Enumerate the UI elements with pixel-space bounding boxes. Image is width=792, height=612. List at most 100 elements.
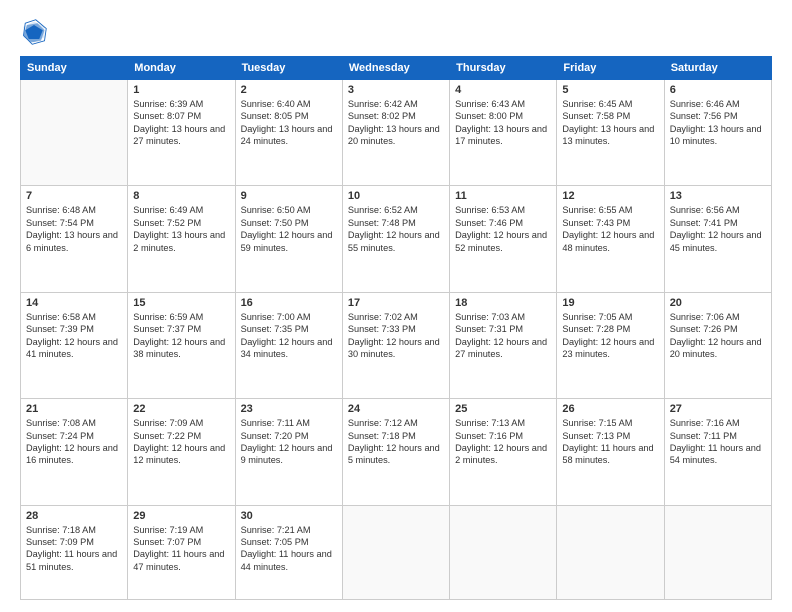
calendar-cell: 30 Sunrise: 7:21 AMSunset: 7:05 PMDayligh… — [235, 505, 342, 599]
logo — [20, 18, 52, 46]
weekday-header-monday: Monday — [128, 57, 235, 80]
day-number: 3 — [348, 84, 444, 96]
calendar-cell: 3 Sunrise: 6:42 AMSunset: 8:02 PMDaylight… — [342, 80, 449, 186]
day-info: Sunrise: 6:50 AMSunset: 7:50 PMDaylight:… — [241, 204, 337, 254]
day-info: Sunrise: 7:13 AMSunset: 7:16 PMDaylight:… — [455, 417, 551, 467]
day-info: Sunrise: 7:08 AMSunset: 7:24 PMDaylight:… — [26, 417, 122, 467]
day-info: Sunrise: 6:59 AMSunset: 7:37 PMDaylight:… — [133, 311, 229, 361]
day-number: 22 — [133, 403, 229, 415]
day-number: 7 — [26, 190, 122, 202]
calendar-cell: 5 Sunrise: 6:45 AMSunset: 7:58 PMDaylight… — [557, 80, 664, 186]
day-info: Sunrise: 6:49 AMSunset: 7:52 PMDaylight:… — [133, 204, 229, 254]
calendar-cell: 21 Sunrise: 7:08 AMSunset: 7:24 PMDayligh… — [21, 399, 128, 505]
day-number: 4 — [455, 84, 551, 96]
day-info: Sunrise: 7:16 AMSunset: 7:11 PMDaylight:… — [670, 417, 766, 467]
day-number: 10 — [348, 190, 444, 202]
day-info: Sunrise: 7:03 AMSunset: 7:31 PMDaylight:… — [455, 311, 551, 361]
day-info: Sunrise: 6:45 AMSunset: 7:58 PMDaylight:… — [562, 98, 658, 148]
day-info: Sunrise: 6:55 AMSunset: 7:43 PMDaylight:… — [562, 204, 658, 254]
calendar-cell: 6Sunrise: 6:46 AMSunset: 7:56 PMDaylight… — [664, 80, 771, 186]
day-number: 30 — [241, 510, 337, 522]
day-number: 11 — [455, 190, 551, 202]
day-number: 25 — [455, 403, 551, 415]
day-number: 18 — [455, 297, 551, 309]
day-number: 24 — [348, 403, 444, 415]
calendar-cell: 18 Sunrise: 7:03 AMSunset: 7:31 PMDayligh… — [450, 292, 557, 398]
calendar-week-row: 14 Sunrise: 6:58 AMSunset: 7:39 PMDayligh… — [21, 292, 772, 398]
calendar-cell: 14 Sunrise: 6:58 AMSunset: 7:39 PMDayligh… — [21, 292, 128, 398]
calendar-cell: 22 Sunrise: 7:09 AMSunset: 7:22 PMDayligh… — [128, 399, 235, 505]
weekday-header-row: SundayMondayTuesdayWednesdayThursdayFrid… — [21, 57, 772, 80]
day-info: Sunrise: 6:40 AMSunset: 8:05 PMDaylight:… — [241, 98, 337, 148]
weekday-header-wednesday: Wednesday — [342, 57, 449, 80]
day-number: 20 — [670, 297, 766, 309]
day-info: Sunrise: 6:39 AMSunset: 8:07 PMDaylight:… — [133, 98, 229, 148]
calendar-cell: 19 Sunrise: 7:05 AMSunset: 7:28 PMDayligh… — [557, 292, 664, 398]
calendar-week-row: 7 Sunrise: 6:48 AMSunset: 7:54 PMDaylight… — [21, 186, 772, 292]
generalblue-logo-icon — [20, 18, 48, 46]
day-number: 15 — [133, 297, 229, 309]
calendar-cell: 4 Sunrise: 6:43 AMSunset: 8:00 PMDaylight… — [450, 80, 557, 186]
weekday-header-friday: Friday — [557, 57, 664, 80]
day-number: 8 — [133, 190, 229, 202]
day-info: Sunrise: 7:05 AMSunset: 7:28 PMDaylight:… — [562, 311, 658, 361]
calendar-cell: 24 Sunrise: 7:12 AMSunset: 7:18 PMDayligh… — [342, 399, 449, 505]
day-number: 5 — [562, 84, 658, 96]
weekday-header-tuesday: Tuesday — [235, 57, 342, 80]
day-number: 2 — [241, 84, 337, 96]
calendar-cell — [21, 80, 128, 186]
day-info: Sunrise: 7:09 AMSunset: 7:22 PMDaylight:… — [133, 417, 229, 467]
day-info: Sunrise: 7:06 AMSunset: 7:26 PMDaylight:… — [670, 311, 766, 361]
calendar-cell: 20 Sunrise: 7:06 AMSunset: 7:26 PMDayligh… — [664, 292, 771, 398]
calendar-cell: 13 Sunrise: 6:56 AMSunset: 7:41 PMDayligh… — [664, 186, 771, 292]
calendar-cell: 27 Sunrise: 7:16 AMSunset: 7:11 PMDayligh… — [664, 399, 771, 505]
page-header — [20, 18, 772, 46]
calendar-cell: 8 Sunrise: 6:49 AMSunset: 7:52 PMDaylight… — [128, 186, 235, 292]
calendar-cell: 12 Sunrise: 6:55 AMSunset: 7:43 PMDayligh… — [557, 186, 664, 292]
day-info: Sunrise: 6:53 AMSunset: 7:46 PMDaylight:… — [455, 204, 551, 254]
day-number: 28 — [26, 510, 122, 522]
calendar-cell: 1 Sunrise: 6:39 AMSunset: 8:07 PMDaylight… — [128, 80, 235, 186]
day-info: Sunrise: 7:12 AMSunset: 7:18 PMDaylight:… — [348, 417, 444, 467]
day-info: Sunrise: 7:21 AMSunset: 7:05 PMDaylight:… — [241, 524, 337, 574]
day-info: Sunrise: 7:18 AMSunset: 7:09 PMDaylight:… — [26, 524, 122, 574]
calendar-week-row: 28 Sunrise: 7:18 AMSunset: 7:09 PMDayligh… — [21, 505, 772, 599]
day-info: Sunrise: 6:52 AMSunset: 7:48 PMDaylight:… — [348, 204, 444, 254]
calendar-table: SundayMondayTuesdayWednesdayThursdayFrid… — [20, 56, 772, 600]
calendar-cell: 11 Sunrise: 6:53 AMSunset: 7:46 PMDayligh… — [450, 186, 557, 292]
calendar-cell: 15 Sunrise: 6:59 AMSunset: 7:37 PMDayligh… — [128, 292, 235, 398]
day-number: 19 — [562, 297, 658, 309]
day-info: Sunrise: 7:19 AMSunset: 7:07 PMDaylight:… — [133, 524, 229, 574]
day-number: 26 — [562, 403, 658, 415]
calendar-cell — [342, 505, 449, 599]
calendar-week-row: 21 Sunrise: 7:08 AMSunset: 7:24 PMDayligh… — [21, 399, 772, 505]
weekday-header-saturday: Saturday — [664, 57, 771, 80]
day-info: Sunrise: 6:42 AMSunset: 8:02 PMDaylight:… — [348, 98, 444, 148]
day-info: Sunrise: 6:43 AMSunset: 8:00 PMDaylight:… — [455, 98, 551, 148]
weekday-header-thursday: Thursday — [450, 57, 557, 80]
calendar-cell — [664, 505, 771, 599]
day-info: Sunrise: 6:48 AMSunset: 7:54 PMDaylight:… — [26, 204, 122, 254]
calendar-cell: 9 Sunrise: 6:50 AMSunset: 7:50 PMDaylight… — [235, 186, 342, 292]
day-info: Sunrise: 6:46 AMSunset: 7:56 PMDaylight:… — [670, 98, 766, 148]
calendar-cell: 16Sunrise: 7:00 AMSunset: 7:35 PMDayligh… — [235, 292, 342, 398]
day-number: 27 — [670, 403, 766, 415]
day-number: 9 — [241, 190, 337, 202]
day-info: Sunrise: 6:56 AMSunset: 7:41 PMDaylight:… — [670, 204, 766, 254]
calendar-cell: 29Sunrise: 7:19 AMSunset: 7:07 PMDayligh… — [128, 505, 235, 599]
day-number: 21 — [26, 403, 122, 415]
day-info: Sunrise: 7:15 AMSunset: 7:13 PMDaylight:… — [562, 417, 658, 467]
day-info: Sunrise: 6:58 AMSunset: 7:39 PMDaylight:… — [26, 311, 122, 361]
day-number: 1 — [133, 84, 229, 96]
calendar-cell: 10 Sunrise: 6:52 AMSunset: 7:48 PMDayligh… — [342, 186, 449, 292]
calendar-cell: 28 Sunrise: 7:18 AMSunset: 7:09 PMDayligh… — [21, 505, 128, 599]
day-number: 13 — [670, 190, 766, 202]
day-info: Sunrise: 7:02 AMSunset: 7:33 PMDaylight:… — [348, 311, 444, 361]
day-info: Sunrise: 7:11 AMSunset: 7:20 PMDaylight:… — [241, 417, 337, 467]
calendar-cell: 2 Sunrise: 6:40 AMSunset: 8:05 PMDaylight… — [235, 80, 342, 186]
day-number: 17 — [348, 297, 444, 309]
calendar-cell — [450, 505, 557, 599]
day-number: 14 — [26, 297, 122, 309]
day-number: 16 — [241, 297, 337, 309]
day-number: 12 — [562, 190, 658, 202]
